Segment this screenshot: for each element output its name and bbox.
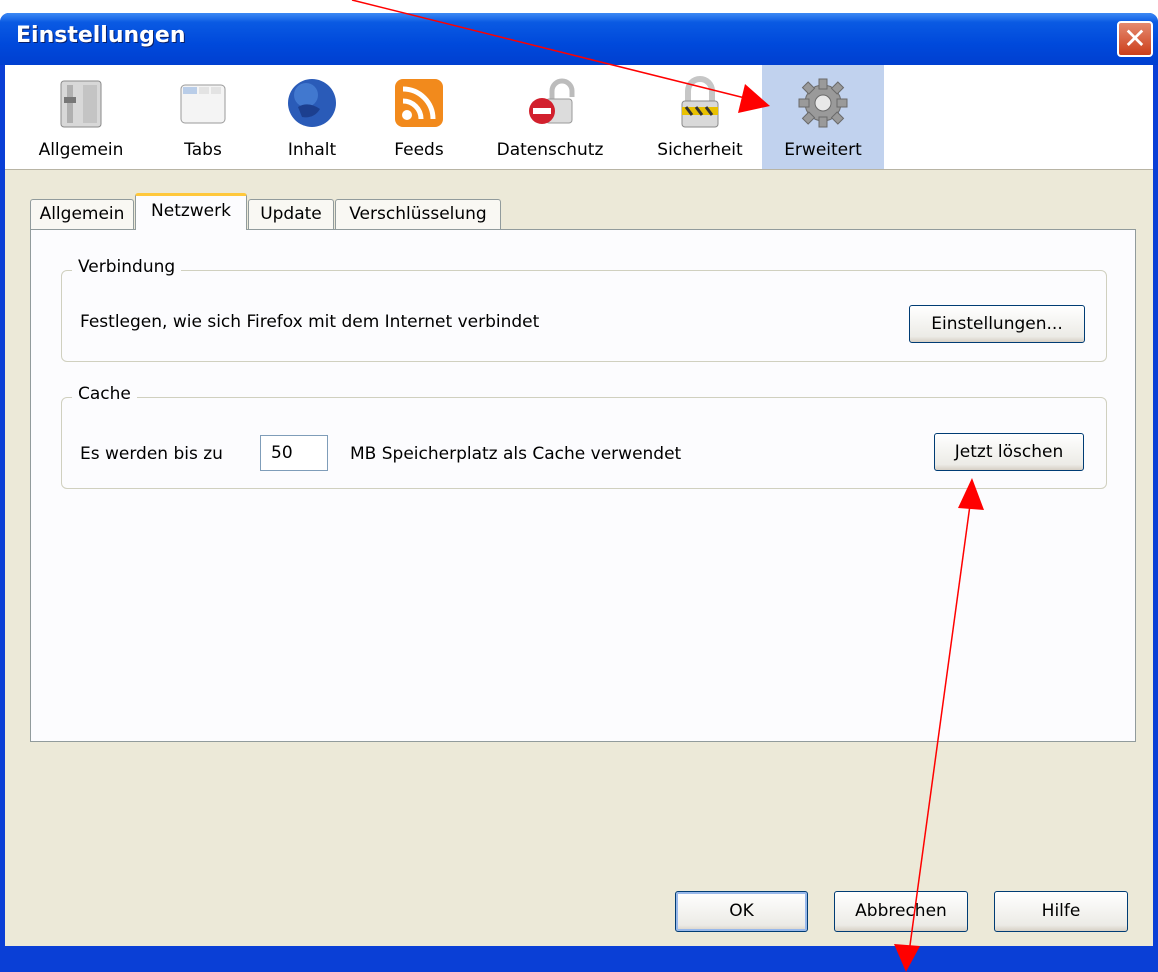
cache-prefix-label: Es werden bis zu — [80, 444, 223, 464]
rss-feed-icon — [395, 79, 443, 127]
connection-legend: Verbindung — [72, 257, 182, 277]
toolbar-item-datenschutz[interactable]: Datenschutz — [485, 65, 615, 169]
clear-cache-button[interactable]: Jetzt löschen — [934, 433, 1084, 471]
tabs-window-icon — [180, 84, 226, 124]
tab-label: Netzwerk — [151, 201, 231, 221]
tab-netzwerk[interactable]: Netzwerk — [135, 193, 247, 230]
privacy-lock-icon — [529, 78, 575, 124]
toolbar-item-allgemein[interactable]: Allgemein — [33, 65, 129, 169]
cache-size-input[interactable]: 50 — [260, 435, 328, 471]
tab-label: Allgemein — [39, 204, 125, 224]
connection-settings-button[interactable]: Einstellungen... — [909, 305, 1085, 343]
close-button[interactable]: ✕ — [1117, 21, 1153, 57]
toolbar-item-tabs[interactable]: Tabs — [167, 65, 239, 169]
window-bottom-border — [0, 946, 1158, 959]
ok-button[interactable]: OK — [675, 891, 808, 932]
globe-icon — [288, 79, 336, 127]
connection-description: Festlegen, wie sich Firefox mit dem Inte… — [80, 312, 540, 332]
cancel-button[interactable]: Abbrechen — [834, 891, 968, 932]
dialog-client-area: Allgemein Tabs Inhalt Feeds Datenschutz … — [5, 65, 1153, 959]
network-tab-panel: Verbindung Festlegen, wie sich Firefox m… — [30, 229, 1136, 742]
tab-label: Update — [260, 204, 322, 224]
help-button[interactable]: Hilfe — [994, 891, 1128, 932]
tab-allgemein[interactable]: Allgemein — [30, 199, 134, 229]
category-toolbar: Allgemein Tabs Inhalt Feeds Datenschutz … — [5, 65, 1153, 170]
tab-update[interactable]: Update — [248, 199, 334, 229]
preferences-window: Einstellungen ✕ Allgemein Tabs Inhalt Fe… — [0, 13, 1158, 972]
toolbar-label: Feeds — [394, 140, 444, 160]
cache-legend: Cache — [72, 384, 137, 404]
window-title: Einstellungen — [16, 23, 186, 48]
gear-icon — [798, 78, 848, 128]
toolbar-label: Erweitert — [784, 140, 862, 160]
cache-group: Cache Es werden bis zu 50 MB Speicherpla… — [61, 384, 1107, 489]
toolbar-label: Datenschutz — [496, 140, 604, 160]
toolbar-item-erweitert[interactable]: Erweitert — [762, 65, 884, 169]
tab-verschluesselung[interactable]: Verschlüsselung — [335, 199, 501, 229]
toolbar-item-sicherheit[interactable]: Sicherheit — [645, 65, 755, 169]
toolbar-item-inhalt[interactable]: Inhalt — [273, 65, 351, 169]
title-bar[interactable]: Einstellungen ✕ — [0, 13, 1158, 65]
cache-suffix-label: MB Speicherplatz als Cache verwendet — [350, 444, 682, 464]
close-icon: ✕ — [1123, 22, 1147, 55]
connection-group: Verbindung Festlegen, wie sich Firefox m… — [61, 257, 1107, 362]
security-padlock-icon — [681, 76, 719, 128]
tab-label: Verschlüsselung — [349, 204, 487, 224]
toolbar-item-feeds[interactable]: Feeds — [383, 65, 455, 169]
toolbar-label: Tabs — [184, 140, 222, 160]
toolbar-label: Inhalt — [287, 140, 337, 160]
toolbar-label: Allgemein — [38, 140, 124, 160]
general-switch-icon — [60, 80, 102, 128]
toolbar-label: Sicherheit — [657, 140, 743, 160]
